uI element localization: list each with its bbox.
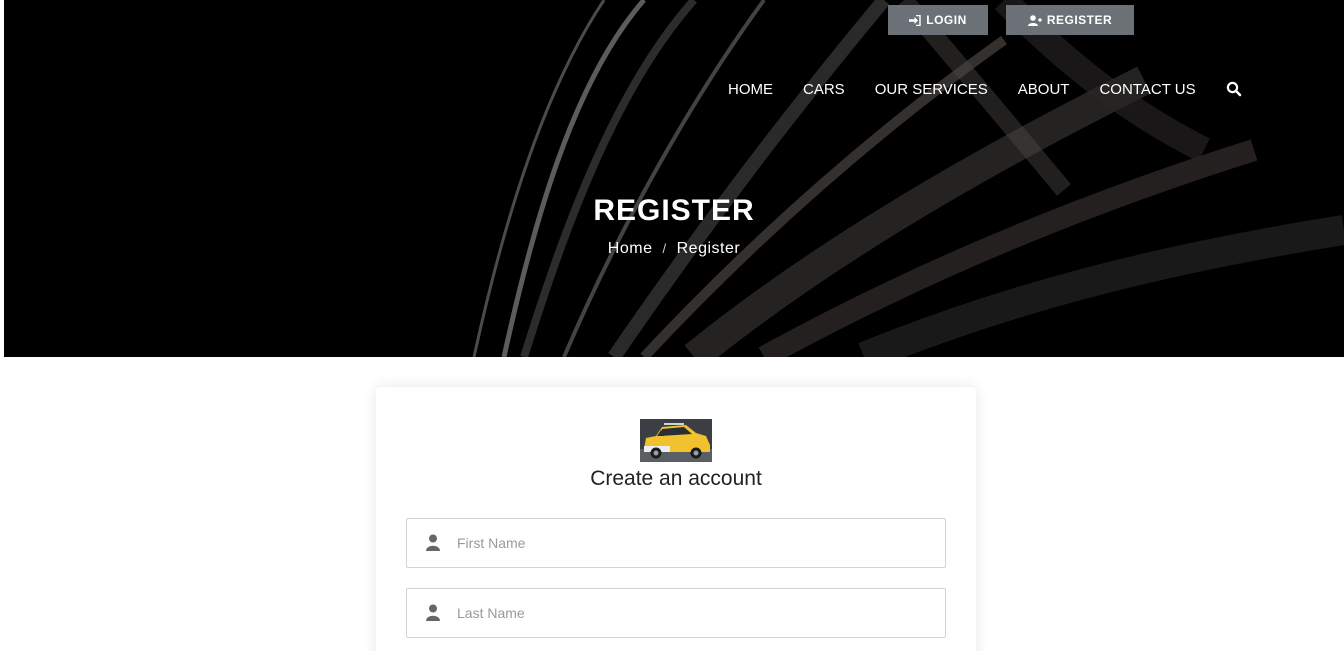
last-name-field xyxy=(406,588,946,638)
form-title: Create an account xyxy=(590,467,762,490)
breadcrumb-current: Register xyxy=(676,240,741,257)
register-button[interactable]: REGISTER xyxy=(1006,5,1134,35)
breadcrumb: Home / Register xyxy=(4,240,1344,258)
page-bottom-edge xyxy=(0,651,1344,655)
search-icon[interactable] xyxy=(1226,81,1242,97)
first-name-field xyxy=(406,518,946,568)
nav-item-our-services[interactable]: OUR SERVICES xyxy=(875,81,988,98)
last-name-input[interactable] xyxy=(457,605,917,621)
login-button[interactable]: LOGIN xyxy=(888,5,988,35)
hero-background-streaks xyxy=(472,0,1344,357)
login-label: LOGIN xyxy=(926,13,967,27)
register-card: Create an account xyxy=(376,387,976,655)
car-logo xyxy=(640,419,712,462)
page: LOGIN REGISTER HOME CARS OUR SERVICES AB… xyxy=(0,0,1344,655)
nav-item-contact-us[interactable]: CONTACT US xyxy=(1099,81,1195,98)
nav-item-about[interactable]: ABOUT xyxy=(1018,81,1070,98)
hero-banner: LOGIN REGISTER HOME CARS OUR SERVICES AB… xyxy=(4,0,1344,357)
first-name-input[interactable] xyxy=(457,535,917,551)
nav-item-home[interactable]: HOME xyxy=(728,81,773,98)
breadcrumb-home[interactable]: Home xyxy=(608,240,653,257)
user-plus-icon xyxy=(1027,14,1042,26)
page-title: REGISTER xyxy=(593,194,755,227)
user-icon xyxy=(426,534,440,551)
user-icon xyxy=(426,604,440,621)
sign-in-icon xyxy=(909,14,921,26)
page-edge xyxy=(0,0,4,655)
register-label: REGISTER xyxy=(1046,13,1113,27)
nav-item-cars[interactable]: CARS xyxy=(803,81,845,98)
breadcrumb-separator: / xyxy=(662,241,667,256)
main-nav: HOME CARS OUR SERVICES ABOUT CONTACT US xyxy=(728,78,1242,100)
